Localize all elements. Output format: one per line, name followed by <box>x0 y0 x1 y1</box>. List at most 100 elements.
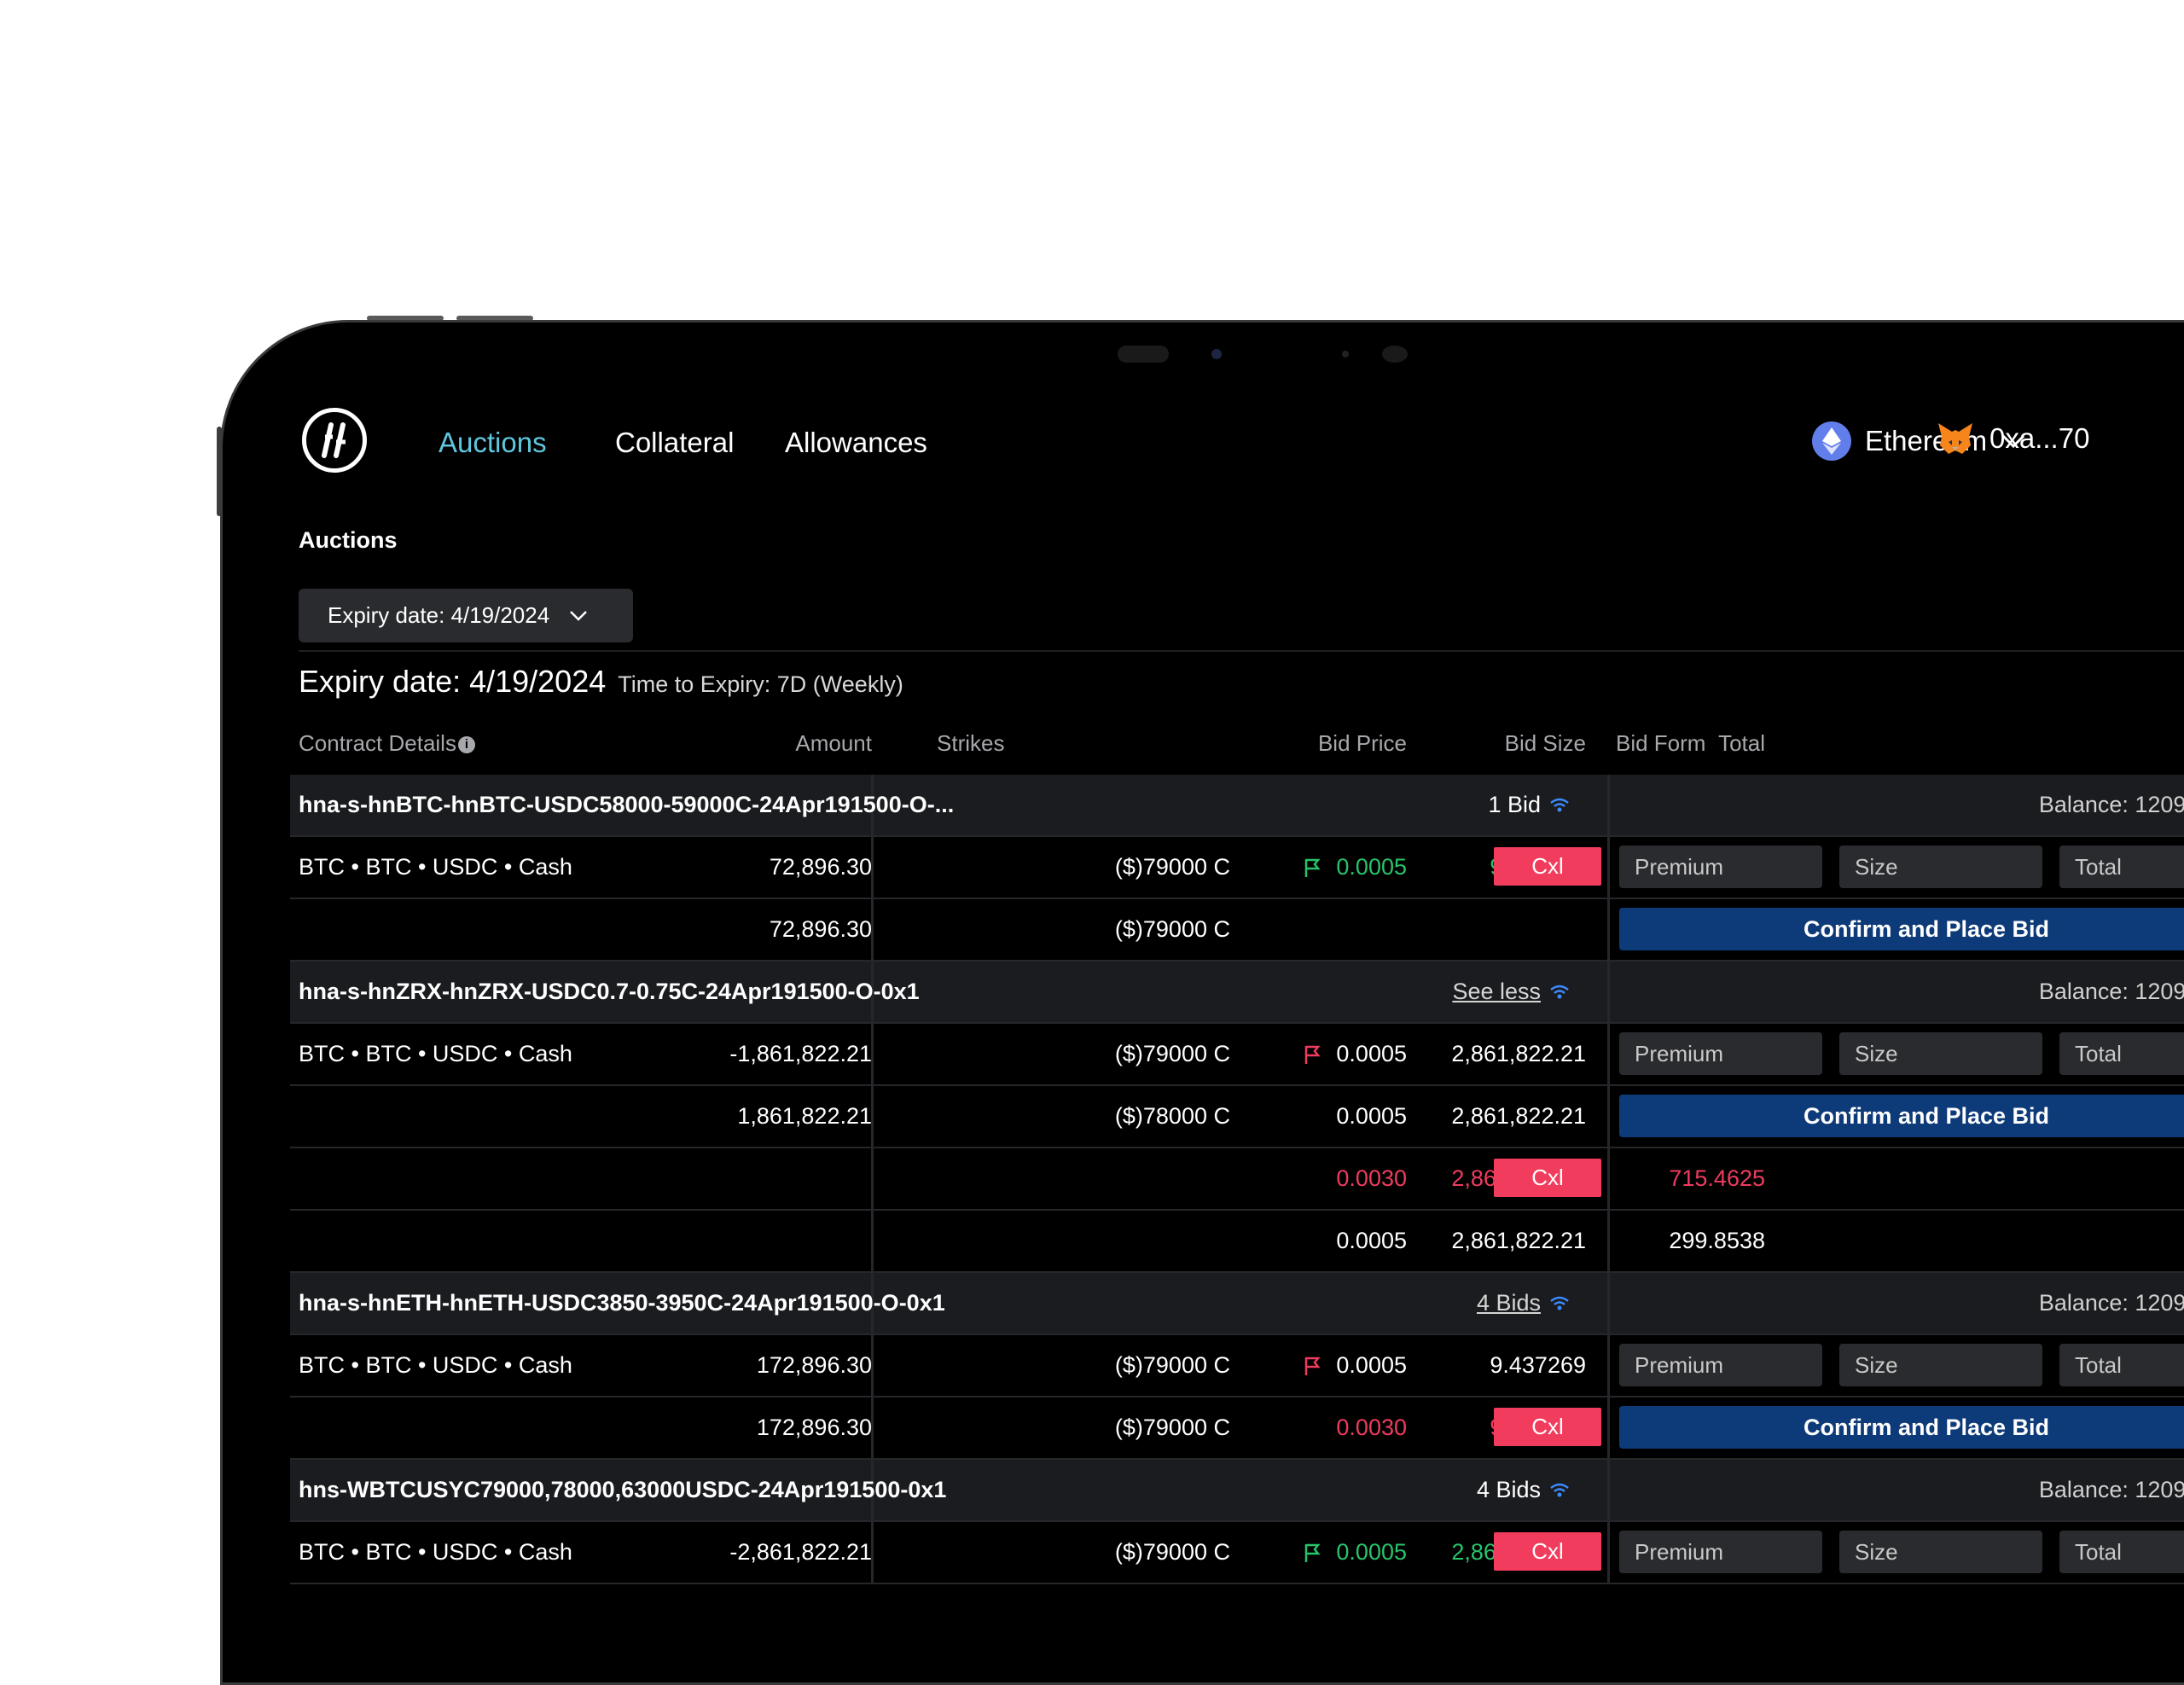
table-row: 72,896.30 ($)79000 C Confirm and Place Bid <box>290 899 2184 962</box>
bid-count[interactable]: See less <box>1314 962 1570 1022</box>
total-input[interactable]: Total <box>2059 845 2184 888</box>
amount-value <box>694 1148 872 1209</box>
size-input[interactable]: Size <box>1839 1344 2042 1386</box>
contract-name[interactable]: hna-s-hnZRX-hnZRX-USDC0.7-0.75C-24Apr191… <box>299 962 920 1022</box>
table-row: BTC • BTC • USDC • Cash -2,861,822.21 ($)7… <box>290 1522 2184 1584</box>
col-bid-form: Bid Form <box>1616 730 1706 756</box>
contract-details: BTC • BTC • USDC • Cash <box>299 1041 572 1066</box>
balance-label: Balance: 12094.8 <box>2038 792 2184 817</box>
bid-count: 4 Bids <box>1314 1460 1570 1520</box>
bid-count-label[interactable]: 4 Bids <box>1477 1290 1541 1316</box>
col-amount: Amount <box>795 730 872 756</box>
amount-value: 172,896.30 <box>756 1415 872 1440</box>
bid-count-label: 1 Bid <box>1488 792 1541 817</box>
column-divider <box>1607 1273 1610 1333</box>
strike-value: ($)78000 C <box>1114 1103 1230 1129</box>
bid-size-value <box>1398 899 1586 960</box>
premium-input[interactable]: Premium <box>1619 845 1822 888</box>
contract-details: BTC • BTC • USDC • Cash <box>299 1352 572 1378</box>
wallet-address: 0xa...70 <box>1989 422 2090 454</box>
wallet-button[interactable]: 0xa...70 <box>1937 421 2089 456</box>
contract-name[interactable]: hns-WBTCUSYC79000,78000,63000USDC-24Apr1… <box>299 1460 946 1520</box>
bid-price-value: 0.0005 <box>1336 1352 1407 1378</box>
group-header-row: hna-s-hnZRX-hnZRX-USDC0.7-0.75C-24Apr191… <box>290 962 2184 1024</box>
auction-table: hna-s-hnBTC-hnBTC-USDC58000-59000C-24Apr… <box>290 775 2184 1584</box>
column-divider <box>1607 962 1610 1022</box>
size-input[interactable]: Size <box>1839 1032 2042 1075</box>
premium-input[interactable]: Premium <box>1619 1032 1822 1075</box>
amount-value: 1,861,822.21 <box>737 1103 872 1129</box>
live-signal-icon <box>1549 1461 1570 1521</box>
strike-value <box>954 1211 1230 1271</box>
live-signal-icon <box>1549 776 1570 836</box>
total-input[interactable]: Total <box>2059 1531 2184 1573</box>
amount-value: 172,896.30 <box>756 1352 872 1378</box>
expiry-date-dropdown[interactable]: Expiry date: 4/19/2024 <box>299 589 633 642</box>
amount-value: 72,896.30 <box>769 916 872 942</box>
total-input[interactable]: Total <box>2059 1032 2184 1075</box>
bid-count-label: 4 Bids <box>1476 1477 1541 1502</box>
expiry-heading: Expiry date: 4/19/2024 Time to Expiry: 7… <box>299 664 903 700</box>
amount-value: -1,861,822.21 <box>729 1041 872 1066</box>
total-input[interactable]: Total <box>2059 1344 2184 1386</box>
size-input[interactable]: Size <box>1839 845 2042 888</box>
time-to-expiry: Time to Expiry: 7D (Weekly) <box>618 671 903 697</box>
contract-name[interactable]: hna-s-hnETH-hnETH-USDC3850-3950C-24Apr19… <box>299 1273 945 1333</box>
table-row: BTC • BTC • USDC • Cash -1,861,822.21 ($)7… <box>290 1024 2184 1086</box>
ethereum-icon <box>1812 421 1851 461</box>
live-signal-icon <box>1549 1274 1570 1334</box>
strike-value: ($)79000 C <box>1114 1415 1230 1440</box>
bid-size-value: 2,861,822.21 <box>1451 1041 1586 1066</box>
table-row: 0.00302,861,822.21715.4625Cxl <box>290 1148 2184 1211</box>
nav-auctions[interactable]: Auctions <box>439 427 547 459</box>
column-divider <box>1607 1460 1610 1520</box>
app-logo-icon[interactable] <box>302 408 367 473</box>
cancel-bid-button[interactable]: Cxl <box>1494 1532 1601 1571</box>
confirm-place-bid-button[interactable]: Confirm and Place Bid <box>1619 908 2184 950</box>
table-row: BTC • BTC • USDC • Cash 72,896.30 ($)79000… <box>290 837 2184 899</box>
amount-value: -2,861,822.21 <box>729 1539 872 1565</box>
balance-label: Balance: 12094.8 <box>2038 1290 2184 1316</box>
total-value: 299.8538 <box>1669 1228 1765 1253</box>
table-row: 1,861,822.21 ($)78000 C 0.0005 2,861,822.21… <box>290 1086 2184 1148</box>
divider <box>299 650 2184 652</box>
bid-price-value: 0.0005 <box>1336 1041 1407 1066</box>
bid-count[interactable]: 4 Bids <box>1314 1273 1570 1333</box>
bid-count-label[interactable]: See less <box>1452 979 1541 1004</box>
bid-size-value: 2,861,822.21 <box>1451 1228 1586 1253</box>
cancel-bid-button[interactable]: Cxl <box>1494 1159 1601 1197</box>
bid-size-value: 2,861,822.21 <box>1451 1103 1586 1129</box>
confirm-place-bid-button[interactable]: Confirm and Place Bid <box>1619 1406 2184 1449</box>
app-screen: Auctions Collateral Allowances Ethereum … <box>290 392 2184 1584</box>
col-total: Total <box>1718 730 1765 756</box>
contract-name[interactable]: hna-s-hnBTC-hnBTC-USDC58000-59000C-24Apr… <box>299 775 954 835</box>
expiry-dropdown-label: Expiry date: 4/19/2024 <box>328 602 550 628</box>
table-row: 0.0005 2,861,822.21 299.8538 <box>290 1211 2184 1273</box>
bid-price-value: 0.0005 <box>1336 1539 1407 1565</box>
cancel-bid-button[interactable]: Cxl <box>1494 1408 1601 1446</box>
size-input[interactable]: Size <box>1839 1531 2042 1573</box>
group-header-row: hna-s-hnBTC-hnBTC-USDC58000-59000C-24Apr… <box>290 775 2184 837</box>
premium-input[interactable]: Premium <box>1619 1531 1822 1573</box>
amount-value <box>694 1211 872 1271</box>
table-row: 172,896.30($)79000 C0.00309.437269299.88… <box>290 1397 2184 1460</box>
strike-value: ($)79000 C <box>1114 1539 1230 1565</box>
group-header-row: hna-s-hnETH-hnETH-USDC3850-3950C-24Apr19… <box>290 1273 2184 1335</box>
premium-input[interactable]: Premium <box>1619 1344 1822 1386</box>
nav-collateral[interactable]: Collateral <box>615 427 734 459</box>
expiry-heading-title: Expiry date: 4/19/2024 <box>299 664 607 699</box>
strike-value: ($)79000 C <box>1114 854 1230 880</box>
contract-details: BTC • BTC • USDC • Cash <box>299 854 572 880</box>
bid-size-value: 9.437269 <box>1490 1352 1586 1378</box>
bid-count: 1 Bid <box>1314 775 1570 835</box>
nav-allowances[interactable]: Allowances <box>785 427 927 459</box>
table-row: BTC • BTC • USDC • Cash 172,896.30 ($)7900… <box>290 1335 2184 1397</box>
col-contract-details-label: Contract Details <box>299 730 456 756</box>
confirm-place-bid-button[interactable]: Confirm and Place Bid <box>1619 1095 2184 1137</box>
column-divider <box>1607 775 1610 835</box>
cancel-bid-button[interactable]: Cxl <box>1494 847 1601 886</box>
chevron-down-icon <box>570 610 588 621</box>
balance-label: Balance: 12094.8 <box>2038 1477 2184 1502</box>
info-icon[interactable]: i <box>457 736 475 754</box>
metamask-fox-icon <box>1938 423 1972 454</box>
